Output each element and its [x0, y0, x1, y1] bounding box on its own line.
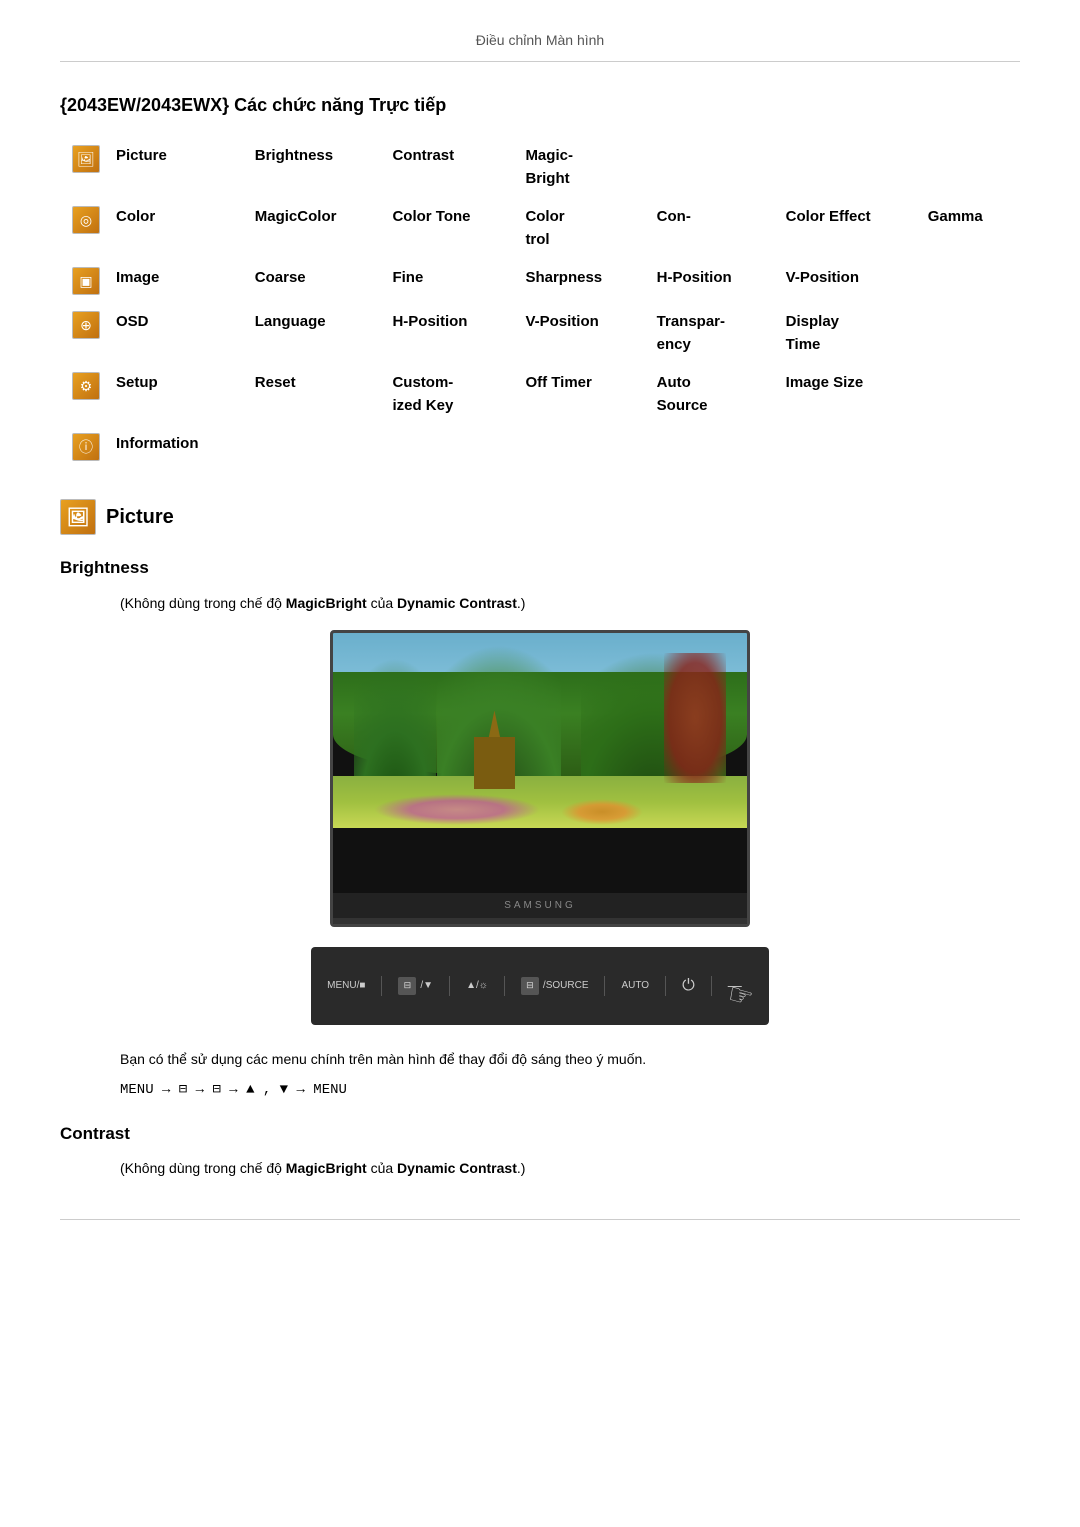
power-icon[interactable]: ⏻: [682, 974, 695, 998]
monitor-frame: SAMSUNG: [330, 630, 750, 927]
osd-icon: ⊕: [72, 311, 100, 339]
menu-item-sharpness: Sharpness: [513, 259, 644, 303]
menu-item-offtimer: Off Timer: [513, 364, 644, 425]
monitor-brand: SAMSUNG: [333, 893, 747, 918]
color-icon: ◎: [72, 206, 100, 234]
ctrl-auto-group: AUTO: [621, 978, 649, 993]
header-title: Điều chỉnh Màn hình: [476, 32, 604, 48]
menu-item-imagesize: Image Size: [774, 364, 916, 425]
brightness-description: (Không dùng trong chế độ MagicBright của…: [120, 593, 1020, 614]
picture-icon: 🖼: [72, 145, 100, 173]
table-row: ◎ Color MagicColor Color Tone Colortrol …: [60, 198, 1020, 259]
brightness-menu-path: MENU → ⊟ → ⊟ → ▲ , ▼ → MENU: [120, 1080, 1020, 1101]
table-row: ▣ Image Coarse Fine Sharpness H-Position…: [60, 259, 1020, 303]
table-row: ⚙ Setup Reset Custom-ized Key Off Timer …: [60, 364, 1020, 425]
monitor-image-container: SAMSUNG: [60, 630, 1020, 927]
menu-table: 🖼 Picture Brightness Contrast Magic-Brig…: [60, 137, 1020, 469]
menu-label-color: Color: [104, 198, 243, 259]
menu-label-setup: Setup: [104, 364, 243, 425]
contrast-description: (Không dùng trong chế độ MagicBright của…: [120, 1158, 1020, 1179]
page-header: Điều chỉnh Màn hình: [60, 30, 1020, 62]
menu-item-vposition: V-Position: [774, 259, 916, 303]
menu-label-information: Information: [104, 425, 243, 469]
picture-section-icon: 🖼: [60, 499, 96, 535]
contrast-section: Contrast (Không dùng trong chế độ MagicB…: [60, 1121, 1020, 1180]
ctrl-divider-3: [504, 976, 505, 996]
ctrl-menu-label: MENU/■: [327, 978, 365, 993]
menu-label-picture: Picture: [104, 137, 243, 198]
menu-item-fine: Fine: [380, 259, 513, 303]
ctrl-btn-1[interactable]: ⊟: [398, 977, 416, 995]
ctrl-up-group: ▲/☼: [466, 978, 488, 993]
ctrl-source-group: ⊟ /SOURCE: [521, 977, 589, 995]
menu-item-coloreffect: Color Effect: [774, 198, 916, 259]
section-title: {2043EW/2043EWX} Các chức năng Trực tiếp: [60, 92, 1020, 119]
menu-item-coarse: Coarse: [243, 259, 381, 303]
table-row: ⓘ Information: [60, 425, 1020, 469]
icon-cell-osd: ⊕: [60, 303, 104, 364]
menu-label-image: Image: [104, 259, 243, 303]
menu-item-vpos: V-Position: [513, 303, 644, 364]
setup-icon: ⚙: [72, 372, 100, 400]
menu-item-colortone: Color Tone: [380, 198, 513, 259]
menu-item-color: Colortrol: [513, 198, 644, 259]
ctrl-divider-2: [449, 976, 450, 996]
ctrl-menu-group: MENU/■: [327, 978, 365, 993]
menu-item-language: Language: [243, 303, 381, 364]
brightness-section: Brightness (Không dùng trong chế độ Magi…: [60, 555, 1020, 1101]
menu-item-autosource: AutoSource: [645, 364, 774, 425]
hand-cursor: ☞: [728, 975, 753, 1017]
menu-item-gamma: Gamma: [916, 198, 1020, 259]
ctrl-button-group: ⊟ /▼: [398, 977, 433, 995]
menu-item-magiccolor: MagicColor: [243, 198, 381, 259]
menu-item-displaytime: DisplayTime: [774, 303, 916, 364]
ctrl-power-group: ⏻: [682, 974, 695, 998]
ctrl-divider-1: [381, 976, 382, 996]
menu-item-customizedkey: Custom-ized Key: [380, 364, 513, 425]
menu-item-reset: Reset: [243, 364, 381, 425]
menu-item-magicbright: Magic-Bright: [513, 137, 644, 198]
ctrl-divider-6: [711, 976, 712, 996]
control-panel: MENU/■ ⊟ /▼ ▲/☼ ⊟ /SOURCE: [311, 947, 769, 1025]
icon-cell-info: ⓘ: [60, 425, 104, 469]
icon-cell-image: ▣: [60, 259, 104, 303]
info-icon: ⓘ: [72, 433, 100, 461]
brightness-heading: Brightness: [60, 555, 1020, 581]
ctrl-divider-5: [665, 976, 666, 996]
icon-cell-setup: ⚙: [60, 364, 104, 425]
table-row: ⊕ OSD Language H-Position V-Position Tra…: [60, 303, 1020, 364]
picture-section: 🖼 Picture Brightness (Không dùng trong c…: [60, 499, 1020, 1179]
menu-item-hposition: H-Position: [645, 259, 774, 303]
icon-cell-color: ◎: [60, 198, 104, 259]
contrast-heading: Contrast: [60, 1121, 1020, 1147]
bottom-divider: [60, 1219, 1020, 1220]
menu-label-osd: OSD: [104, 303, 243, 364]
image-icon: ▣: [72, 267, 100, 295]
picture-heading-text: Picture: [106, 502, 174, 532]
ctrl-divider-4: [604, 976, 605, 996]
control-panel-container: MENU/■ ⊟ /▼ ▲/☼ ⊟ /SOURCE: [60, 947, 1020, 1025]
brightness-body-text: Bạn có thể sử dụng các menu chính trên m…: [120, 1049, 1020, 1070]
icon-cell-picture: 🖼: [60, 137, 104, 198]
ctrl-auto-label: AUTO: [621, 978, 649, 993]
menu-item-transparency: Transpar-ency: [645, 303, 774, 364]
table-row: 🖼 Picture Brightness Contrast Magic-Brig…: [60, 137, 1020, 198]
picture-heading: 🖼 Picture: [60, 499, 1020, 535]
page-wrapper: Điều chỉnh Màn hình {2043EW/2043EWX} Các…: [0, 0, 1080, 1250]
ctrl-btn-source[interactable]: ⊟: [521, 977, 539, 995]
menu-item-brightness: Brightness: [243, 137, 381, 198]
menu-item-hpos: H-Position: [380, 303, 513, 364]
monitor-screen: [333, 633, 747, 893]
menu-item-con: Con-: [645, 198, 774, 259]
menu-item-contrast: Contrast: [380, 137, 513, 198]
